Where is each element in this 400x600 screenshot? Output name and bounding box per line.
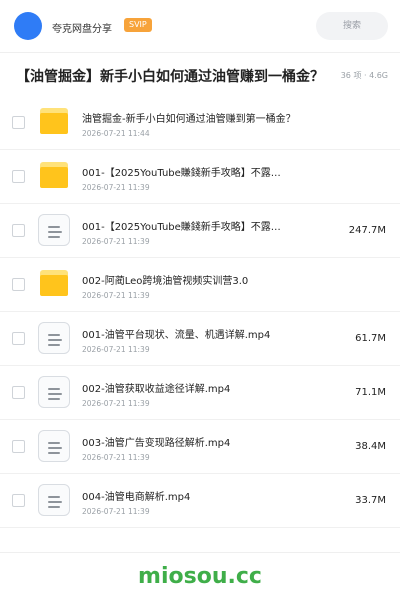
list-item[interactable]: 002-油管获取收益途径详解.mp4 2026-07-21 11:39 71.1…	[0, 366, 400, 420]
file-date: 2026-07-21 11:39	[82, 399, 150, 408]
folder-icon	[40, 162, 68, 188]
checkbox[interactable]	[12, 332, 25, 345]
list-item[interactable]: 001-【2025YouTube賺錢新手攻略】不露… 2026-07-21 11…	[0, 204, 400, 258]
checkbox[interactable]	[12, 494, 25, 507]
list-item[interactable]: 油管掘金-新手小白如何通过油管赚到第一桶金？ 2026-07-21 11:44	[0, 96, 400, 150]
list-item[interactable]: 004-油管电商解析.mp4 2026-07-21 11:39 33.7M	[0, 474, 400, 528]
file-date: 2026-07-21 11:39	[82, 291, 150, 300]
file-size: 38.4M	[355, 441, 386, 452]
folder-icon	[40, 270, 68, 296]
file-name: 003-油管广告变现路径解析.mp4	[82, 438, 231, 449]
file-name: 油管掘金-新手小白如何通过油管赚到第一桶金？	[82, 114, 296, 125]
list-item[interactable]: 001-【2025YouTube賺錢新手攻略】不露… 2026-07-21 11…	[0, 150, 400, 204]
checkbox[interactable]	[12, 224, 25, 237]
document-icon	[38, 430, 70, 462]
file-name: 001-油管平台现状、流量、机遇详解.mp4	[82, 330, 271, 341]
folder-meta: 36 项 · 4.6G	[338, 70, 388, 81]
app-header: 夸克网盘分享 SVIP 搜索	[0, 0, 400, 52]
checkbox[interactable]	[12, 116, 25, 129]
share-title: 夸克网盘分享	[52, 24, 112, 35]
checkbox[interactable]	[12, 278, 25, 291]
file-date: 2026-07-21 11:44	[82, 129, 150, 138]
folder-title: 【油管掘金】新手小白如何通过油管赚到一桶金？	[16, 69, 324, 85]
file-date: 2026-07-21 11:39	[82, 237, 150, 246]
header-divider	[0, 52, 400, 53]
file-size: 247.7M	[348, 225, 386, 236]
list-item[interactable]: 001-油管平台现状、流量、机遇详解.mp4 2026-07-21 11:39 …	[0, 312, 400, 366]
checkbox[interactable]	[12, 386, 25, 399]
file-name: 001-【2025YouTube賺錢新手攻略】不露…	[82, 222, 281, 233]
checkbox[interactable]	[12, 440, 25, 453]
avatar[interactable]	[14, 12, 42, 40]
list-item[interactable]: 003-油管广告变现路径解析.mp4 2026-07-21 11:39 38.4…	[0, 420, 400, 474]
file-date: 2026-07-21 11:39	[82, 345, 150, 354]
file-size: 71.1M	[355, 387, 386, 398]
file-date: 2026-07-21 11:39	[82, 183, 150, 192]
document-icon	[38, 322, 70, 354]
document-icon	[38, 376, 70, 408]
file-name: 001-【2025YouTube賺錢新手攻略】不露…	[82, 168, 281, 179]
file-date: 2026-07-21 11:39	[82, 453, 150, 462]
file-list: 油管掘金-新手小白如何通过油管赚到第一桶金？ 2026-07-21 11:44 …	[0, 96, 400, 528]
checkbox[interactable]	[12, 170, 25, 183]
file-size: 61.7M	[355, 333, 386, 344]
file-date: 2026-07-21 11:39	[82, 507, 150, 516]
document-icon	[38, 484, 70, 516]
file-size: 33.7M	[355, 495, 386, 506]
search-input[interactable]: 搜索	[316, 12, 388, 40]
document-icon	[38, 214, 70, 246]
file-name: 002-油管获取收益途径详解.mp4	[82, 384, 231, 395]
watermark-text: miosou.cc	[138, 564, 262, 589]
folder-icon	[40, 108, 68, 134]
list-item[interactable]: 002-阿蔺Leo跨境油管视频实训营3.0 2026-07-21 11:39	[0, 258, 400, 312]
file-name: 002-阿蔺Leo跨境油管视频实训营3.0	[82, 276, 249, 287]
file-name: 004-油管电商解析.mp4	[82, 492, 191, 503]
svip-badge: SVIP	[124, 18, 152, 32]
